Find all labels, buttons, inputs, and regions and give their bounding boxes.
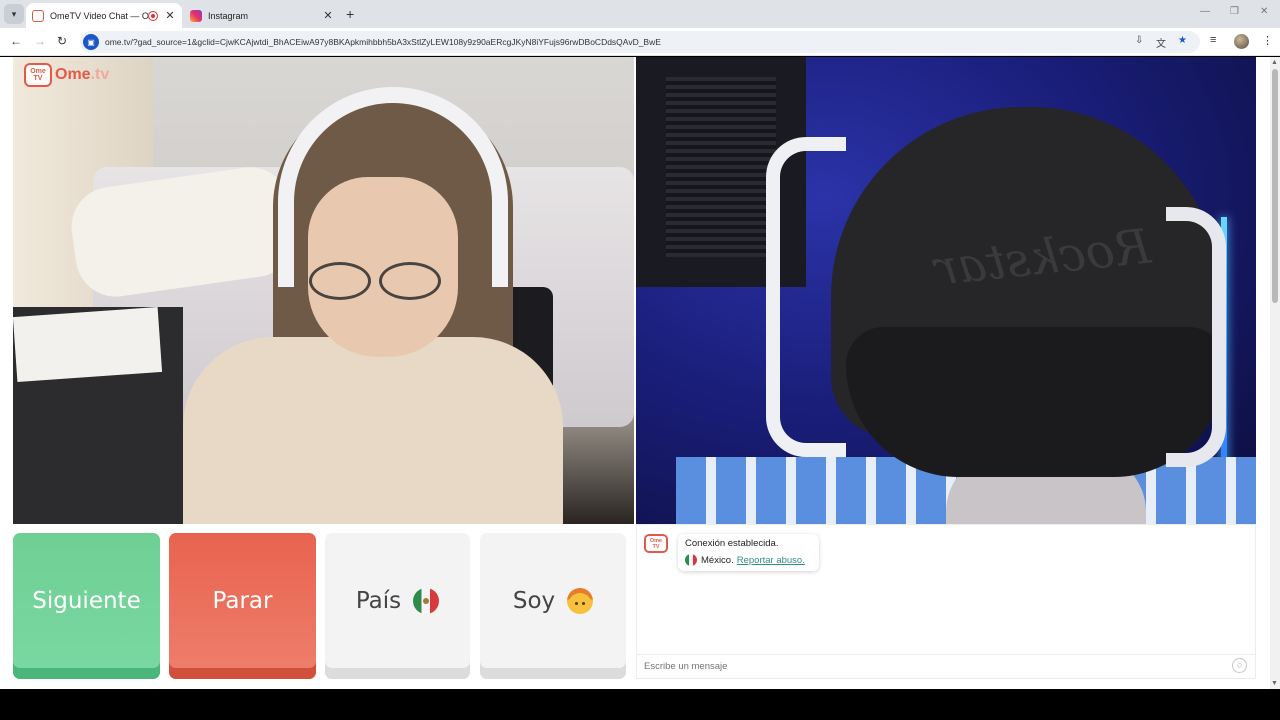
logo-tld: .tv [90,66,110,83]
menu-icon[interactable]: ⋮ [1262,34,1273,47]
tab-ometv[interactable]: OmeTV Video Chat — Ome ✕ [26,3,182,28]
tab-strip: ▾ OmeTV Video Chat — Ome ✕ Instagram ✕ +… [0,0,1280,28]
instagram-favicon-icon [190,9,202,22]
scroll-thumb[interactable] [1272,69,1278,303]
system-message: Conexión establecida. México. Reportar a… [678,534,819,571]
forward-icon[interactable]: → [34,34,46,48]
country-label: País [355,588,402,614]
close-icon[interactable]: ✕ [164,9,176,22]
country-button[interactable]: País [325,533,470,679]
media-icon[interactable]: ≡ [1210,34,1216,46]
tab-title: OmeTV Video Chat — Ome [50,10,148,21]
message-input[interactable] [637,654,1255,678]
next-button[interactable]: Siguiente [13,533,160,679]
report-abuse-link[interactable]: Reportar abuso. [737,555,805,566]
boy-emoji-icon [567,588,594,614]
install-icon[interactable]: ⇩ [1135,35,1143,46]
scroll-down-icon[interactable]: ▼ [1271,680,1278,687]
partner-video: Ome TV Ome.tv [13,57,634,524]
tab-search-icon[interactable]: ▾ [4,4,24,24]
next-label: Siguiente [32,588,141,614]
close-icon[interactable]: ✕ [322,9,334,22]
scroll-up-icon[interactable]: ▲ [1271,59,1278,66]
tab-instagram[interactable]: Instagram ✕ [184,3,340,28]
stop-button[interactable]: Parar [169,533,316,679]
site-info-icon[interactable]: ▣ [83,34,99,50]
restore-icon[interactable]: ❐ [1230,6,1239,17]
star-icon[interactable]: ★ [1178,35,1187,46]
ometv-page: Ome TV Ome.tv Rockstar Siguiente Parar P… [0,57,1270,689]
mexico-flag-icon [685,554,697,566]
ometv-favicon-icon [32,9,44,22]
page-scrollbar[interactable]: ▲ ▼ [1270,57,1280,689]
tv-logo-icon: Ome TV [24,63,52,87]
minimize-icon[interactable]: — [1200,6,1210,17]
gender-label: Soy [512,588,556,614]
profile-avatar[interactable] [1234,34,1249,49]
partner-country: México. [701,554,734,566]
reload-icon[interactable]: ↻ [57,34,67,48]
ometv-chat-avatar-icon: Ome TV [644,534,668,553]
new-tab-button[interactable]: + [346,6,354,22]
chat-panel: Ome TV Conexión establecida. México. Rep… [636,524,1256,679]
mexico-flag-icon [413,588,440,614]
browser-toolbar: ← → ↻ ▣ ome.tv/?gad_source=1&gclid=CjwKC… [0,28,1280,56]
ometv-logo: Ome TV Ome.tv [24,63,109,87]
translate-icon[interactable]: 文 [1156,35,1166,50]
stop-label: Parar [212,588,273,614]
tab-title: Instagram [208,10,249,21]
window-close-icon[interactable]: ✕ [1260,6,1268,17]
logo-name: Ome [55,66,91,83]
back-icon[interactable]: ← [10,34,22,48]
emoji-icon[interactable]: ☺ [1232,658,1247,673]
address-bar[interactable]: ▣ ome.tv/?gad_source=1&gclid=CjwKCAjwtdi… [80,31,1200,53]
connection-status: Conexión establecida. [685,538,779,549]
recording-icon [148,10,158,21]
gender-button[interactable]: Soy [480,533,626,679]
url-text[interactable]: ome.tv/?gad_source=1&gclid=CjwKCAjwtdi_B… [105,37,1125,47]
self-video: Rockstar [636,57,1256,524]
